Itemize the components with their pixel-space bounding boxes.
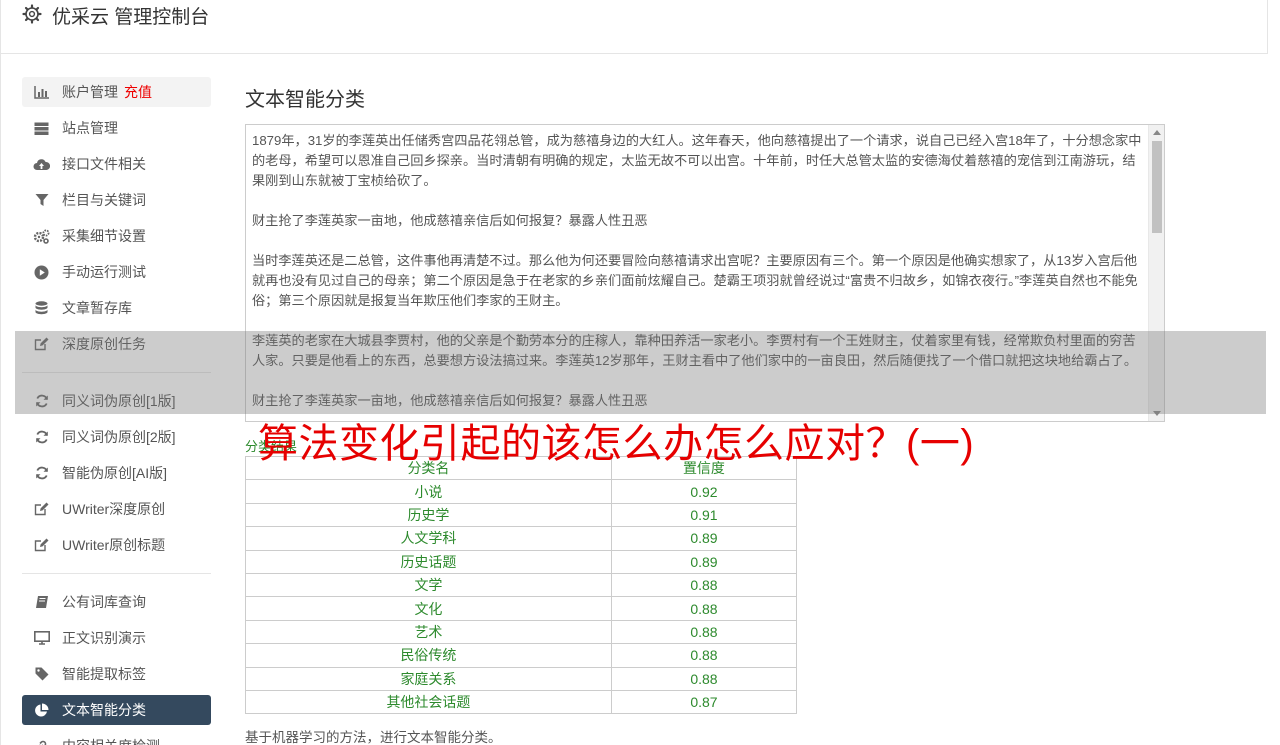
table-row: 文学 0.88 [245,572,798,598]
sidebar-item-columns-keywords[interactable]: 栏目与关键词 [22,185,211,215]
sidebar-item-label: 内容相关度检测 [62,736,160,745]
sidebar-item-tag-extraction[interactable]: 智能提取标签 [22,659,211,689]
sidebar-item-manual-run[interactable]: 手动运行测试 [22,257,211,287]
table-row: 历史学 0.91 [245,502,798,528]
monitor-icon [33,630,50,647]
confidence-cell: 0.88 [610,572,798,598]
category-cell: 历史学 [245,502,612,528]
article-paragraph: 财主抢了李莲英家一亩地，他成慈禧亲信后如何报复？暴露人性丑恶 [252,213,648,228]
footnote: 基于机器学习的方法，进行文本智能分类。 [245,730,502,745]
tag-icon [33,666,50,683]
sidebar-item-ai-rewrite[interactable]: 智能伪原创[AI版] [22,458,211,488]
table-row: 艺术 0.88 [245,619,798,645]
scrollbar-thumb[interactable] [1152,141,1162,233]
page-title: 文本智能分类 [245,89,365,111]
sidebar-item-label: 账户管理 [62,84,118,100]
table-row: 人文学科 0.89 [245,526,798,551]
sidebar-item-label: UWriter原创标题 [62,537,166,553]
refresh-icon [33,465,50,482]
category-cell: 人文学科 [245,526,612,551]
scroll-up-icon[interactable] [1153,130,1161,135]
sidebar-item-collect-settings[interactable]: 采集细节设置 [22,221,211,251]
sidebar-item-account[interactable]: 账户管理 充值 [22,77,211,107]
confidence-cell: 0.88 [610,619,798,645]
article-paragraph: 1879年，31岁的李莲英出任储秀宫四品花翎总管，成为慈禧身边的大红人。这年春天… [252,133,1142,188]
play-circle-icon [33,264,50,281]
top-header: 优采云 管理控制台 [0,0,1268,54]
sidebar-item-interface-files[interactable]: 接口文件相关 [22,149,211,179]
sidebar-item-label: 采集细节设置 [62,228,146,244]
gear-icon [22,4,42,24]
sidebar-item-label: UWriter深度原创 [62,501,166,517]
category-cell: 其他社会话题 [245,689,612,715]
sidebar-item-text-recognition[interactable]: 正文识别演示 [22,623,211,653]
table-row: 历史话题 0.89 [245,549,798,574]
confidence-cell: 0.88 [610,596,798,621]
table-row: 文化 0.88 [245,596,798,621]
link-icon [33,738,50,745]
category-cell: 艺术 [245,619,612,645]
confidence-cell: 0.91 [610,502,798,528]
sidebar-item-label: 公有词库查询 [62,594,146,610]
category-cell: 文化 [245,596,612,621]
category-cell: 历史话题 [245,549,612,574]
pie-chart-icon [33,702,50,719]
confidence-cell: 0.89 [610,526,798,551]
recharge-link[interactable]: 充值 [124,82,152,102]
sidebar-item-label: 手动运行测试 [62,264,146,280]
confidence-cell: 0.88 [610,666,798,691]
sidebar-item-label: 接口文件相关 [62,156,146,172]
article-paragraph: 当时李莲英还是二总管，这件事他再清楚不过。那么他为何还要冒险向慈禧请求出宫呢？主… [252,253,1138,308]
sidebar-item-text-classification[interactable]: 文本智能分类 [22,695,211,725]
table-row: 其他社会话题 0.87 [245,689,798,715]
cloud-upload-icon [33,156,50,173]
sidebar-item-article-storage[interactable]: 文章暂存库 [22,293,211,323]
table-row: 小说 0.92 [245,479,798,504]
edit-icon [33,537,50,554]
sidebar-item-label: 智能提取标签 [62,666,146,682]
bar-chart-icon [33,84,50,101]
database-icon [33,300,50,317]
sidebar-item-label: 栏目与关键词 [62,192,146,208]
table-row: 家庭关系 0.88 [245,666,798,691]
sidebar-item-synonym-v2[interactable]: 同义词伪原创[2版] [22,422,211,452]
app-title: 优采云 管理控制台 [52,7,210,28]
sidebar-item-label: 智能伪原创[AI版] [62,465,168,481]
overlay-banner-title: 算法变化引起的该怎么办怎么应对？(一) [258,422,975,466]
sidebar-item-label: 站点管理 [62,120,118,136]
filter-icon [33,192,50,209]
sidebar-item-uwriter-deep[interactable]: UWriter深度原创 [22,494,211,524]
sidebar-item-sites[interactable]: 站点管理 [22,113,211,143]
category-cell: 文学 [245,572,612,598]
server-icon [33,120,50,137]
confidence-cell: 0.89 [610,549,798,574]
sidebar-item-label: 同义词伪原创[2版] [62,429,176,445]
classification-table: 分类名 置信度 小说 0.92 历史学 0.91 人文学科 0.89 历史话题 0.89… [245,455,798,715]
sidebar-divider [22,573,211,574]
overlay-band [15,331,1266,414]
category-cell: 民俗传统 [245,643,612,668]
refresh-icon [33,429,50,446]
sidebar-item-relevance-check[interactable]: 内容相关度检测 [22,731,211,745]
sidebar-item-public-lexicon[interactable]: 公有词库查询 [22,587,211,617]
category-cell: 家庭关系 [245,666,612,691]
confidence-cell: 0.88 [610,643,798,668]
edit-icon [33,501,50,518]
confidence-cell: 0.92 [610,479,798,504]
sidebar-item-label: 文本智能分类 [62,702,146,718]
confidence-cell: 0.87 [610,689,798,715]
sidebar-item-uwriter-title[interactable]: UWriter原创标题 [22,530,211,560]
gears-icon [33,228,50,245]
book-icon [33,594,50,611]
sidebar-item-label: 正文识别演示 [62,630,146,646]
category-cell: 小说 [245,479,612,504]
sidebar-item-label: 文章暂存库 [62,300,132,316]
table-row: 民俗传统 0.88 [245,643,798,668]
